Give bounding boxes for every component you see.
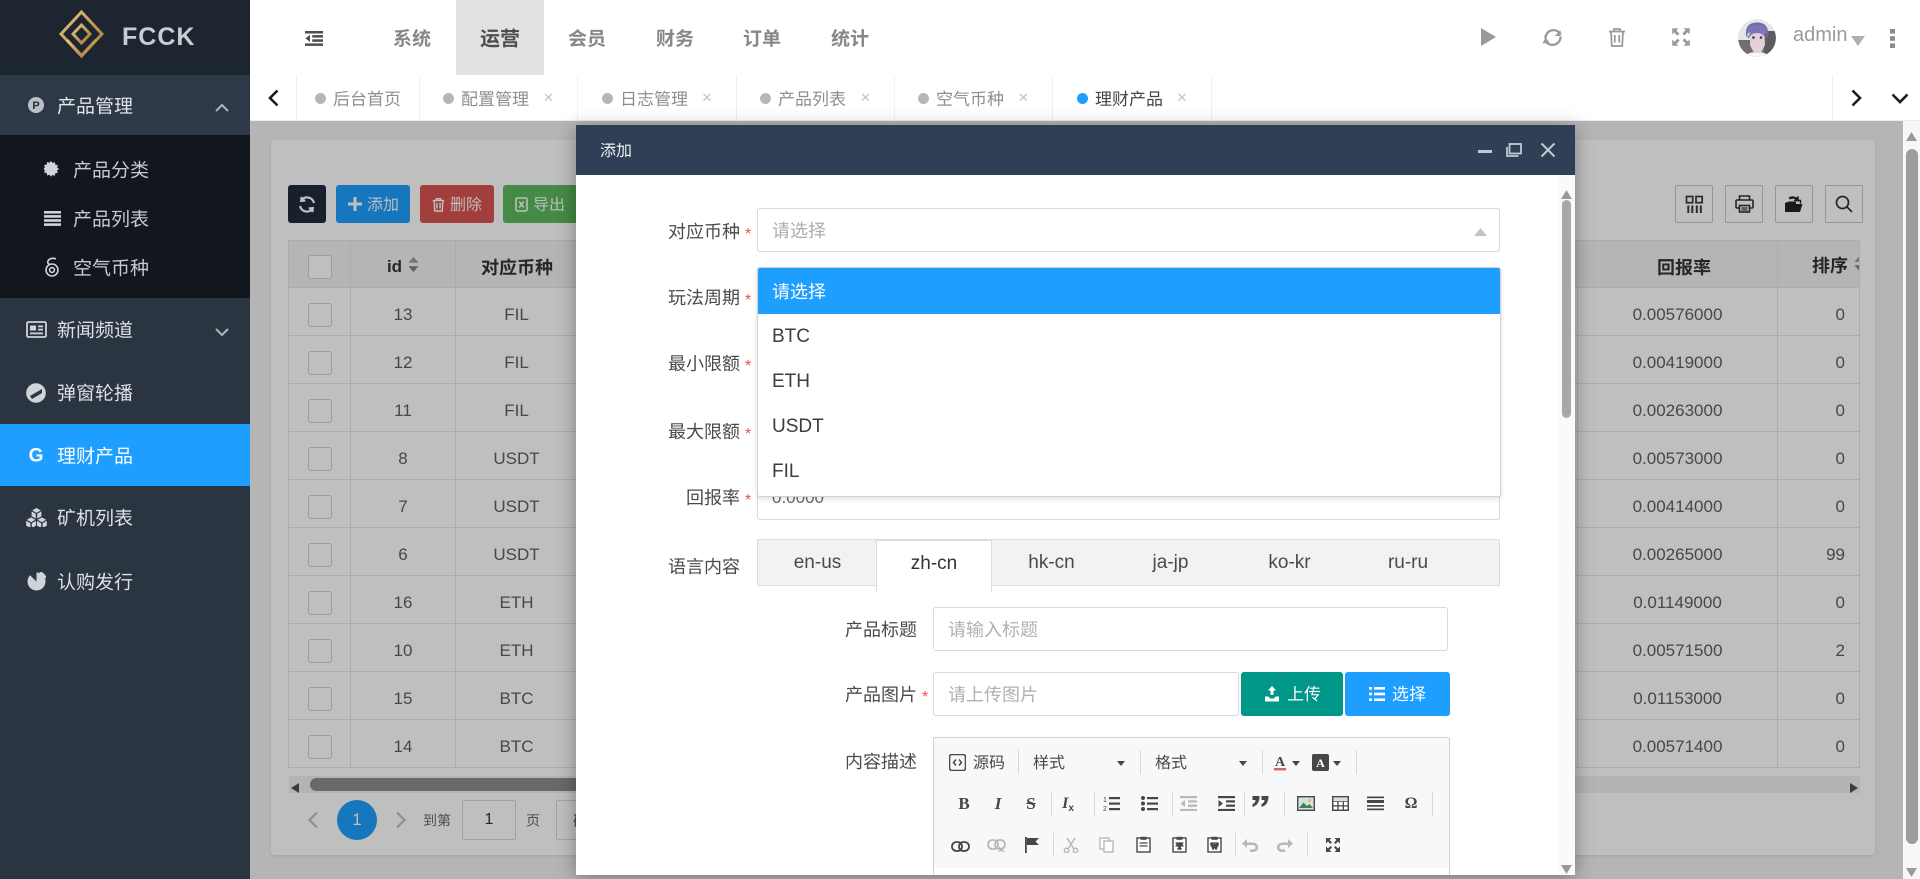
svg-text:T: T [1177, 842, 1183, 851]
svg-text:P: P [32, 100, 39, 112]
svg-text:1: 1 [1103, 797, 1107, 804]
svg-text:G: G [29, 446, 44, 466]
svg-text:2: 2 [1103, 806, 1107, 811]
svg-text:A: A [1275, 755, 1286, 770]
svg-text:A: A [1316, 756, 1325, 770]
svg-text:W: W [1211, 842, 1219, 851]
